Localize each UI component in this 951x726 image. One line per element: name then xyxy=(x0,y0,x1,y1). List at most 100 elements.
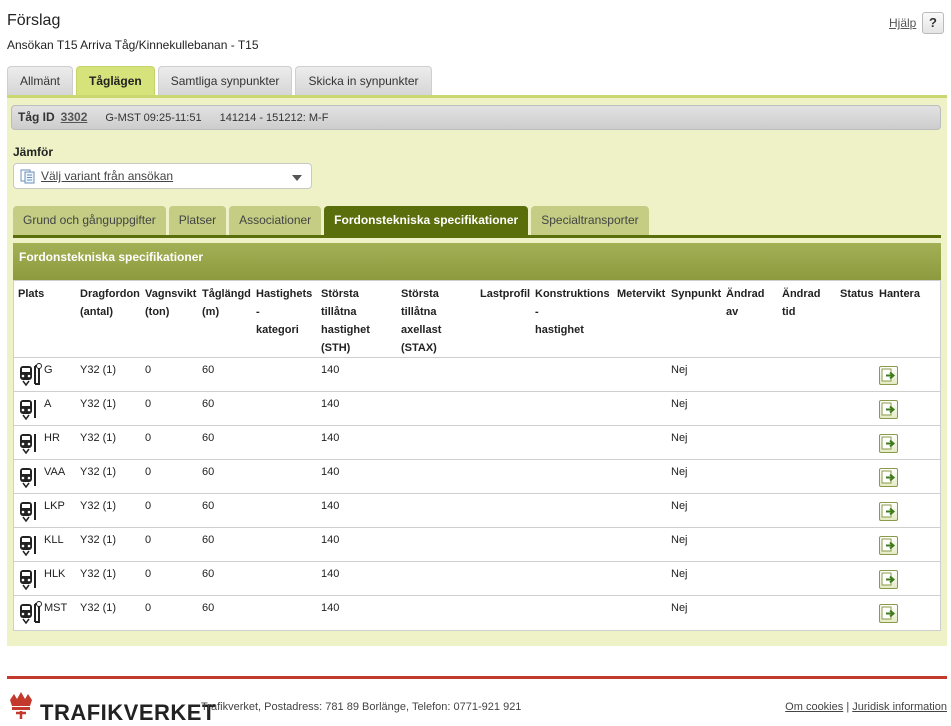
tab-specialtransporter[interactable]: Specialtransporter xyxy=(531,206,649,235)
cell-vagnsvikt: 0 xyxy=(145,568,152,580)
table-row: MST Y32 (1) 0 60 140 Nej xyxy=(14,595,940,629)
place-code: LKP xyxy=(44,500,65,512)
table-row: VAA Y32 (1) 0 60 140 Nej xyxy=(14,459,940,493)
main-tabs: Allmänt Tåglägen Samtliga synpunkter Ski… xyxy=(7,66,435,95)
tab-taglagen[interactable]: Tåglägen xyxy=(76,66,155,95)
place-cell: HLK xyxy=(18,566,78,592)
table-row: G Y32 (1) 0 60 140 Nej xyxy=(14,357,940,391)
sub-tab-rule xyxy=(13,235,941,238)
train-icon xyxy=(18,362,44,393)
train-icon xyxy=(18,498,44,529)
cell-vagnsvikt: 0 xyxy=(145,602,152,614)
variant-select-value: Välj variant från ansökan xyxy=(41,169,174,183)
cell-synpunkt: Nej xyxy=(671,466,688,478)
page-title: Förslag xyxy=(7,12,61,29)
place-cell: KLL xyxy=(18,532,78,558)
col-header-synpunkt: Synpunkt xyxy=(671,288,722,300)
train-period: 141214 - 151212: M-F xyxy=(219,112,329,124)
col-header-metervikt: Metervikt xyxy=(617,288,666,300)
cell-synpunkt: Nej xyxy=(671,398,688,410)
col-header-hantera: Hantera xyxy=(879,288,920,300)
tab-samtliga-synpunkter[interactable]: Samtliga synpunkter xyxy=(157,66,293,95)
cookies-link[interactable]: Om cookies xyxy=(785,701,843,713)
table-row: KLL Y32 (1) 0 60 140 Nej xyxy=(14,527,940,561)
cell-taglangd: 60 xyxy=(202,568,215,580)
col-header-taglangd: Tåglängd (m) xyxy=(202,288,251,318)
chevron-down-icon xyxy=(292,175,302,181)
table-row: LKP Y32 (1) 0 60 140 Nej xyxy=(14,493,940,527)
cell-vagnsvikt: 0 xyxy=(145,500,152,512)
train-icon xyxy=(18,600,44,631)
cell-dragfordon: Y32 (1) xyxy=(80,364,117,376)
train-icon xyxy=(18,396,44,427)
cell-dragfordon: Y32 (1) xyxy=(80,534,117,546)
footer-rule xyxy=(7,676,947,679)
manage-arrow-icon[interactable] xyxy=(879,468,898,487)
manage-arrow-icon[interactable] xyxy=(879,502,898,521)
manage-arrow-icon[interactable] xyxy=(879,400,898,419)
col-header-dragfordon: Dragfordon (antal) xyxy=(80,288,140,318)
train-icon xyxy=(18,464,44,495)
page-subtitle: Ansökan T15 Arriva Tåg/Kinnekullebanan -… xyxy=(7,38,259,52)
table-row: HR Y32 (1) 0 60 140 Nej xyxy=(14,425,940,459)
place-cell: LKP xyxy=(18,498,78,524)
cell-sth: 140 xyxy=(321,534,340,546)
footer-links: Om cookies | Juridisk information xyxy=(785,701,947,713)
cell-taglangd: 60 xyxy=(202,364,215,376)
col-header-konstruktionshastighet: Konstruktions - hastighet xyxy=(535,288,610,336)
variant-select[interactable]: Välj variant från ansökan xyxy=(13,163,312,189)
vehicle-spec-table: Plats Dragfordon (antal) Vagnsvikt (ton)… xyxy=(13,280,941,631)
place-code: HLK xyxy=(44,568,66,580)
tab-associationer[interactable]: Associationer xyxy=(229,206,322,235)
train-icon xyxy=(18,532,44,563)
col-header-plats: Plats xyxy=(18,288,45,300)
cell-synpunkt: Nej xyxy=(671,534,688,546)
col-header-status: Status xyxy=(840,288,874,300)
manage-arrow-icon[interactable] xyxy=(879,434,898,453)
place-cell: G xyxy=(18,362,78,388)
cell-synpunkt: Nej xyxy=(671,364,688,376)
cell-vagnsvikt: 0 xyxy=(145,466,152,478)
place-cell: VAA xyxy=(18,464,78,490)
train-info-bar: Tåg ID 3302 G-MST 09:25-11:51 141214 - 1512… xyxy=(11,105,941,130)
cell-vagnsvikt: 0 xyxy=(145,534,152,546)
place-code: MST xyxy=(44,602,68,614)
help-button[interactable]: ? xyxy=(922,12,944,34)
manage-arrow-icon[interactable] xyxy=(879,366,898,385)
cell-sth: 140 xyxy=(321,500,340,512)
train-id-link[interactable]: 3302 xyxy=(61,110,88,124)
tab-skicka-in-synpunkter[interactable]: Skicka in synpunkter xyxy=(295,66,432,95)
tab-platser[interactable]: Platser xyxy=(168,206,227,235)
manage-arrow-icon[interactable] xyxy=(879,536,898,555)
tab-grund-och-ganguppgifter[interactable]: Grund och gånguppgifter xyxy=(13,206,166,235)
tab-allmant[interactable]: Allmänt xyxy=(7,66,74,95)
tab-fordonstekniska-specifikationer[interactable]: Fordonstekniska specifikationer xyxy=(324,206,529,235)
train-id-label: Tåg ID xyxy=(18,110,55,124)
legal-link[interactable]: Juridisk information xyxy=(852,701,947,713)
cell-synpunkt: Nej xyxy=(671,568,688,580)
crown-icon xyxy=(7,690,35,725)
cell-dragfordon: Y32 (1) xyxy=(80,466,117,478)
place-cell: MST xyxy=(18,600,78,626)
manage-arrow-icon[interactable] xyxy=(879,570,898,589)
place-code: VAA xyxy=(44,466,66,478)
cell-vagnsvikt: 0 xyxy=(145,398,152,410)
col-header-hastighetskategori: Hastighets - kategori xyxy=(256,288,313,336)
cell-sth: 140 xyxy=(321,432,340,444)
help-link[interactable]: Hjälp xyxy=(889,16,916,30)
cell-taglangd: 60 xyxy=(202,432,215,444)
footer-address: Trafikverket, Postadress: 781 89 Borläng… xyxy=(201,701,522,713)
cell-sth: 140 xyxy=(321,364,340,376)
place-code: HR xyxy=(44,432,60,444)
cell-taglangd: 60 xyxy=(202,398,215,410)
cell-taglangd: 60 xyxy=(202,466,215,478)
place-code: KLL xyxy=(44,534,64,546)
cell-sth: 140 xyxy=(321,398,340,410)
manage-arrow-icon[interactable] xyxy=(879,604,898,623)
cell-vagnsvikt: 0 xyxy=(145,432,152,444)
train-icon xyxy=(18,566,44,597)
cell-dragfordon: Y32 (1) xyxy=(80,500,117,512)
col-header-lastprofil: Lastprofil xyxy=(480,288,531,300)
document-icon xyxy=(20,169,37,189)
col-header-andrad-av: Ändrad av xyxy=(726,288,765,318)
